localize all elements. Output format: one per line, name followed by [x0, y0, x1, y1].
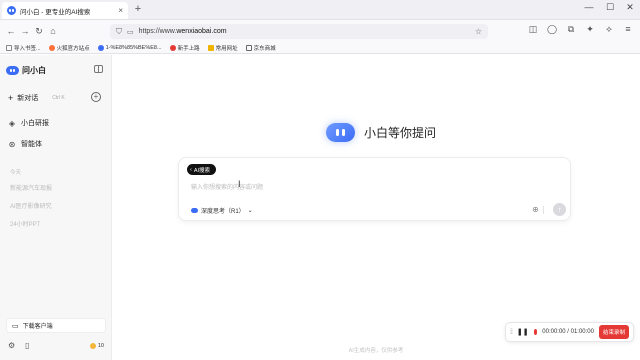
end-recording-button[interactable]: 结束录制 [598, 325, 629, 339]
bookmark-star-icon[interactable]: ☆ [475, 27, 482, 36]
menu-icon[interactable]: ≡ [621, 24, 635, 34]
add-chat-icon[interactable]: + [91, 92, 101, 102]
sidebar-item-agent[interactable]: ⊛ 智能体 [8, 139, 42, 149]
account-icon[interactable]: ◯ [545, 24, 559, 35]
deep-thinking-toggle[interactable]: 深度思考（R1） ⌄ [187, 204, 257, 216]
wenxiaobai-mascot-icon [326, 123, 355, 142]
tab-title: 问小白 - 更专业的AI搜索 [20, 8, 91, 16]
chip-label: AI搜索 [193, 167, 211, 174]
disclaimer: AI生成内容，仅供参考 [348, 348, 404, 354]
folder-icon [207, 44, 214, 51]
close-window-button[interactable]: ✕ [623, 2, 637, 13]
ai-search-chip[interactable]: ‹ AI搜索 [187, 164, 217, 175]
sidebar-item-label: 智能体 [21, 141, 42, 148]
sidebar-item-label: 小白研报 [21, 120, 49, 127]
research-icon: ◈ [8, 118, 16, 128]
maximize-button[interactable]: ☐ [603, 2, 617, 13]
sidebar: 问小白 + 新对话 Ctrl K + ◈ 小白研报 ⊛ 智能体 今天 新能源汽车… [0, 55, 112, 360]
pocket-icon[interactable]: ◫ [526, 24, 540, 35]
extensions-icon[interactable]: ⧉ [564, 24, 578, 35]
globe-icon [97, 44, 104, 51]
back-icon[interactable]: ← [4, 26, 18, 36]
plus-icon: + [8, 93, 14, 103]
screen-recorder: ⁞⁞ ❚❚ 00:00:00 / 01:00:00 结束录制 [505, 322, 634, 342]
address-bar[interactable]: ⛉ ▭ https://www.wenxiaobai.com ☆ [110, 24, 488, 39]
sidebar-item-research[interactable]: ◈ 小白研报 [8, 118, 49, 128]
bookmarks-bar: 导入书签... 火狐官方站点 1-%E8%85%BE%E8... 新手上路 常用… [0, 42, 640, 54]
mode-label: 深度思考（R1） [201, 208, 245, 215]
recording-time: 00:00:00 / 01:00:00 [542, 329, 594, 335]
history-header: 今天 [10, 170, 22, 176]
shield-icon[interactable]: ⛉ [116, 27, 122, 37]
bookmark-item[interactable]: 1-%E8%85%BE%E8... [97, 44, 162, 51]
bookmark-item[interactable]: 火狐官方站点 [48, 44, 90, 52]
bookmark-icon [6, 44, 12, 51]
extension-puzzle-icon[interactable]: ⟡ [602, 24, 616, 35]
brand-name: 问小白 [22, 66, 46, 75]
agent-icon: ⊛ [8, 139, 16, 149]
minimize-button[interactable]: — [582, 2, 596, 12]
firefox-icon [169, 44, 176, 51]
sidebar-toggle-icon[interactable] [94, 65, 103, 73]
new-chat-label: 新对话 [17, 95, 39, 102]
download-label: 下载客户端 [22, 324, 53, 330]
chat-input[interactable]: 输入你想搜索的内容或问题 [191, 182, 263, 191]
reload-icon[interactable]: ↻ [32, 26, 46, 37]
download-client-button[interactable]: ▭ 下载客户端 [6, 318, 106, 333]
send-button[interactable]: ↑ [553, 203, 566, 216]
new-tab-button[interactable]: + [131, 3, 145, 15]
browser-tab[interactable]: 问小白 - 更专业的AI搜索 × [2, 2, 128, 19]
tab-bar: 问小白 - 更专业的AI搜索 × + — ☐ ✕ [0, 0, 640, 20]
brand[interactable]: 问小白 [6, 65, 46, 76]
forward-icon[interactable]: → [18, 26, 32, 36]
new-chat-button[interactable]: + 新对话 Ctrl K [8, 93, 65, 103]
drag-handle-icon[interactable]: ⁞⁞ [510, 329, 513, 336]
bookmark-item[interactable]: 京东商城 [245, 44, 276, 52]
page-icon [245, 44, 252, 51]
text-cursor-icon: I [238, 179, 241, 189]
deepseek-icon [191, 207, 198, 213]
monitor-icon: ▭ [12, 322, 19, 330]
home-icon[interactable]: ⌂ [46, 26, 60, 36]
chat-input-card: ‹ AI搜索 输入你想搜索的内容或问题 I 深度思考（R1） ⌄ ⊕ ↑ [178, 157, 571, 221]
globe-icon[interactable]: ⊕ [532, 205, 539, 214]
chevron-down-icon: ⌄ [247, 207, 253, 214]
history-item[interactable]: 24小时PPT [10, 219, 40, 228]
page-icon[interactable]: ▭ [127, 28, 134, 36]
wenxiaobai-logo-icon [6, 66, 19, 75]
wenxiaobai-favicon-icon [7, 6, 16, 15]
divider [543, 206, 544, 214]
hero: 小白等你提问 [326, 123, 436, 142]
bookmark-item[interactable]: 新手上路 [169, 44, 200, 52]
bookmark-item[interactable]: 常用网址 [207, 44, 238, 52]
history-item[interactable]: 新能源汽车现报 [10, 183, 52, 192]
url-text[interactable]: https://www.wenxiaobai.com [139, 28, 470, 35]
shortcut-hint: Ctrl K [52, 95, 65, 101]
hero-title: 小白等你提问 [364, 126, 437, 140]
history-item[interactable]: AI医疗影像研究 [10, 201, 52, 210]
bookmark-item[interactable]: 导入书签... [6, 44, 41, 52]
tab-close-icon[interactable]: × [118, 6, 123, 15]
firefox-view-icon[interactable]: ✦ [583, 24, 597, 35]
firefox-icon [48, 44, 55, 51]
recording-dot-icon [533, 329, 538, 335]
chevron-left-icon: ‹ [190, 166, 192, 173]
pause-icon[interactable]: ❚❚ [517, 328, 529, 336]
